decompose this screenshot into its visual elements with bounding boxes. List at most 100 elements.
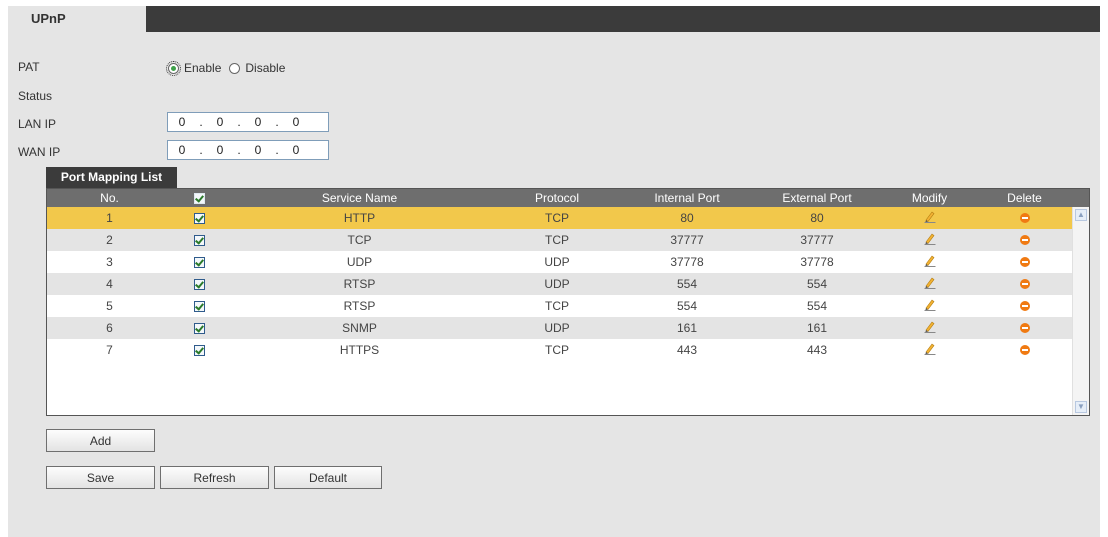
row-internal-port: 554 (676, 299, 698, 313)
table-row[interactable]: 6 SNMP UDP 161 161 (47, 317, 1072, 339)
modify-cell (882, 229, 977, 251)
row-checkbox-cell (172, 229, 227, 251)
lan-ip-octet-3[interactable]: 0 (244, 115, 272, 129)
row-checkbox-cell (172, 317, 227, 339)
wan-ip-octet-2[interactable]: 0 (206, 143, 234, 157)
col-external-port-header: External Port (782, 191, 852, 205)
port-mapping-list-tab[interactable]: Port Mapping List (46, 167, 177, 188)
table-row[interactable]: 1 HTTP TCP 80 80 (47, 207, 1072, 229)
table-row[interactable]: 7 HTTPS TCP 443 443 (47, 339, 1072, 361)
row-service-name: RTSP (343, 277, 376, 291)
row-service-name: HTTPS (339, 343, 380, 357)
pat-radio-group: Enable Disable (166, 60, 293, 76)
row-protocol: TCP (545, 233, 569, 247)
enable-label[interactable]: Enable (184, 61, 221, 75)
row-no: 1 (106, 211, 113, 225)
row-checkbox[interactable] (194, 278, 205, 290)
row-protocol: TCP (545, 343, 569, 357)
modify-cell (882, 207, 977, 229)
row-service-name: RTSP (343, 299, 376, 313)
lan-ip-octet-1[interactable]: 0 (168, 115, 196, 129)
disable-radio[interactable] (229, 62, 241, 74)
row-no: 3 (106, 255, 113, 269)
table-scrollbar[interactable]: ▲ ▼ (1072, 207, 1089, 415)
pencil-icon[interactable] (924, 254, 936, 270)
delete-cell (977, 273, 1072, 295)
delete-icon[interactable] (1019, 301, 1030, 311)
row-checkbox-cell (172, 295, 227, 317)
select-all-checkbox[interactable] (194, 192, 205, 204)
table-row[interactable]: 4 RTSP UDP 554 554 (47, 273, 1072, 295)
wan-ip-octet-3[interactable]: 0 (244, 143, 272, 157)
lan-ip-octet-2[interactable]: 0 (206, 115, 234, 129)
row-checkbox-cell (172, 251, 227, 273)
row-checkbox[interactable] (194, 322, 205, 334)
pencil-icon[interactable] (924, 232, 936, 248)
modify-cell (882, 273, 977, 295)
delete-icon[interactable] (1019, 323, 1030, 333)
tab-upnp[interactable]: UPnP (8, 6, 146, 32)
table-row[interactable]: 3 UDP UDP 37778 37778 (47, 251, 1072, 273)
row-internal-port: 37778 (670, 255, 704, 269)
status-label: Status (18, 89, 53, 103)
row-no: 5 (106, 299, 113, 313)
row-no: 7 (106, 343, 113, 357)
row-checkbox-cell (172, 207, 227, 229)
row-checkbox[interactable] (194, 212, 205, 224)
col-delete-header: Delete (1007, 191, 1042, 205)
lan-ip-octet-4[interactable]: 0 (282, 115, 310, 129)
lan-ip-input[interactable]: 0. 0. 0. 0 (167, 112, 329, 132)
row-internal-port: 161 (676, 321, 698, 335)
wan-ip-octet-1[interactable]: 0 (168, 143, 196, 157)
default-button[interactable]: Default (274, 466, 382, 489)
top-bar: UPnP (8, 6, 1100, 32)
row-external-port: 443 (806, 343, 828, 357)
col-protocol-header: Protocol (534, 191, 580, 205)
row-protocol: UDP (544, 321, 570, 335)
delete-cell (977, 251, 1072, 273)
col-modify-header: Modify (911, 191, 948, 205)
pat-label: PAT (18, 60, 40, 74)
row-checkbox[interactable] (194, 300, 205, 312)
wan-ip-octet-4[interactable]: 0 (282, 143, 310, 157)
row-checkbox[interactable] (194, 344, 205, 356)
table-row[interactable]: 2 TCP TCP 37777 37777 (47, 229, 1072, 251)
refresh-button[interactable]: Refresh (160, 466, 269, 489)
delete-icon[interactable] (1019, 213, 1030, 223)
row-external-port: 554 (806, 277, 828, 291)
row-checkbox-cell (172, 339, 227, 361)
row-no: 6 (106, 321, 113, 335)
pencil-icon[interactable] (924, 210, 936, 226)
delete-icon[interactable] (1019, 279, 1030, 289)
modify-cell (882, 339, 977, 361)
pencil-icon[interactable] (924, 320, 936, 336)
scroll-up-icon[interactable]: ▲ (1075, 209, 1087, 221)
table-row[interactable]: 5 RTSP TCP 554 554 (47, 295, 1072, 317)
save-button[interactable]: Save (46, 466, 155, 489)
row-external-port: 554 (806, 299, 828, 313)
add-button[interactable]: Add (46, 429, 155, 452)
row-checkbox-cell (172, 273, 227, 295)
row-internal-port: 554 (676, 277, 698, 291)
row-checkbox[interactable] (194, 256, 205, 268)
delete-icon[interactable] (1019, 235, 1030, 245)
delete-cell (977, 317, 1072, 339)
delete-icon[interactable] (1019, 257, 1030, 267)
pencil-icon[interactable] (924, 276, 936, 292)
select-all-cell (172, 189, 227, 207)
lan-ip-label: LAN IP (18, 117, 57, 131)
enable-radio[interactable] (166, 60, 181, 76)
row-external-port: 37777 (800, 233, 834, 247)
scroll-down-icon[interactable]: ▼ (1075, 401, 1087, 413)
delete-icon[interactable] (1019, 345, 1030, 355)
row-internal-port: 443 (676, 343, 698, 357)
row-protocol: UDP (544, 255, 570, 269)
row-service-name: TCP (347, 233, 372, 247)
row-checkbox[interactable] (194, 234, 205, 246)
pencil-icon[interactable] (924, 342, 936, 358)
delete-cell (977, 207, 1072, 229)
wan-ip-input[interactable]: 0. 0. 0. 0 (167, 140, 329, 160)
row-no: 2 (106, 233, 113, 247)
disable-label[interactable]: Disable (245, 61, 285, 75)
pencil-icon[interactable] (924, 298, 936, 314)
